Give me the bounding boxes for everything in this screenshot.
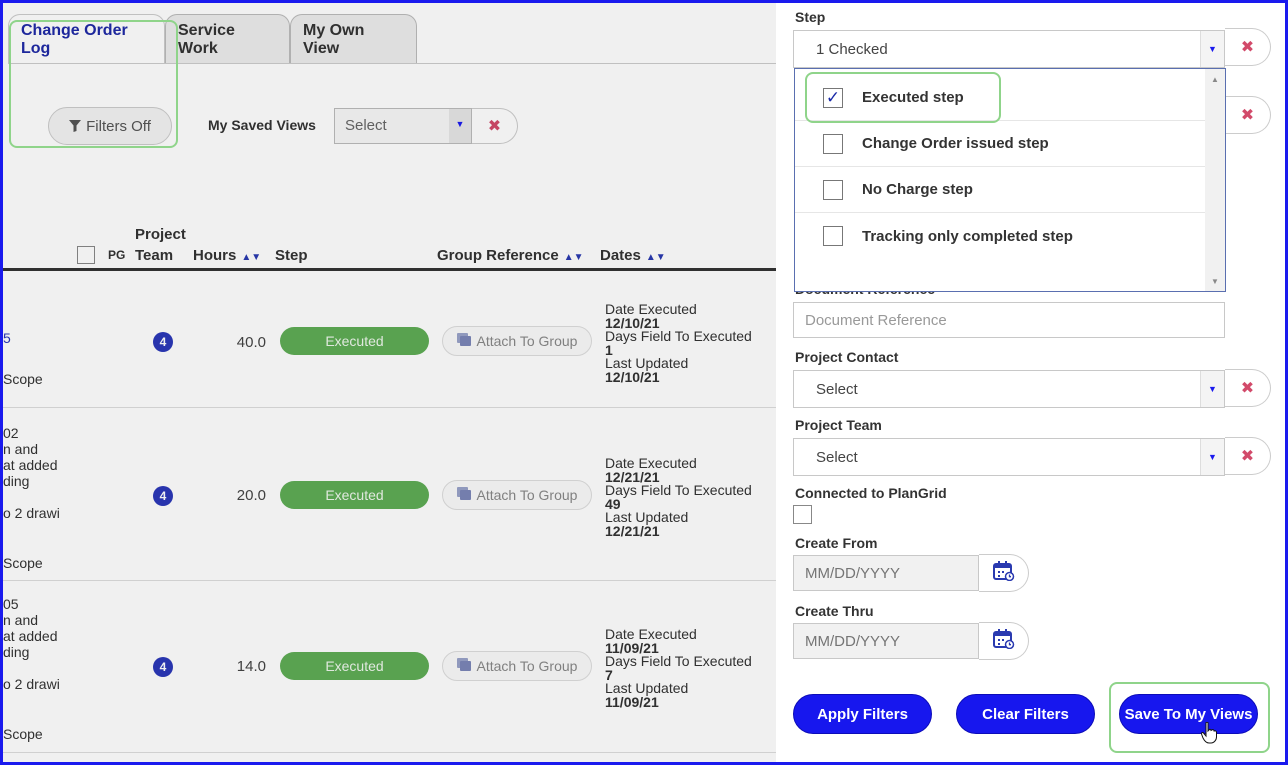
- clear-filters-button[interactable]: Clear Filters: [956, 694, 1095, 734]
- create-thru-label: Create Thru: [795, 603, 874, 619]
- create-from-label: Create From: [795, 535, 878, 551]
- filters-toggle-button[interactable]: Filters Off: [48, 107, 172, 145]
- attach-to-group-button[interactable]: Attach To Group: [442, 651, 592, 681]
- hours-value: 40.0: [236, 334, 266, 351]
- close-icon: ✖: [1240, 380, 1255, 397]
- step-option-executed[interactable]: ✓ Executed step: [795, 75, 1205, 121]
- scroll-up-icon[interactable]: ▲: [1205, 71, 1225, 87]
- step-filter-clear-button[interactable]: ✖: [1225, 28, 1271, 66]
- funnel-icon: [69, 120, 82, 132]
- create-from-input[interactable]: [793, 555, 979, 591]
- attach-to-group-button[interactable]: Attach To Group: [442, 480, 592, 510]
- document-icon: [456, 658, 471, 674]
- calendar-icon: [992, 560, 1015, 586]
- project-contact-select[interactable]: Select ▼: [793, 370, 1225, 408]
- caret-down-icon: ▼: [449, 109, 471, 143]
- document-reference-input[interactable]: [793, 302, 1225, 338]
- checkbox[interactable]: [823, 226, 843, 246]
- header-pg: PG: [108, 248, 126, 262]
- project-team-clear-button[interactable]: ✖: [1225, 437, 1271, 475]
- dates-cell: Date Executed 12/21/21 Days Field To Exe…: [605, 455, 752, 539]
- save-to-my-views-button[interactable]: Save To My Views: [1119, 694, 1258, 734]
- caret-down-icon: ▼: [1200, 31, 1224, 67]
- tab-change-order-log[interactable]: Change Order Log: [8, 14, 165, 64]
- step-options-dropdown: ✓ Executed step Change Order issued step…: [794, 68, 1226, 292]
- row-scope-fragment: Scope: [3, 726, 43, 742]
- row-scope-fragment: Scope: [3, 555, 43, 571]
- row-description-fragment: 02 n and at added ding o 2 drawi: [3, 425, 60, 521]
- close-icon: ✖: [487, 118, 502, 135]
- plangrid-checkbox[interactable]: [793, 505, 812, 524]
- header-hours[interactable]: Hours ▲▼: [193, 247, 261, 264]
- caret-down-icon: ▼: [1200, 439, 1224, 475]
- project-team-label: Project Team: [795, 417, 882, 433]
- row-number-fragment[interactable]: 5: [3, 330, 11, 346]
- caret-down-icon: ▼: [1200, 371, 1224, 407]
- filter-clear-button[interactable]: ✖: [1225, 96, 1271, 134]
- tab-service-work[interactable]: Service Work: [165, 14, 290, 64]
- header-project: Project: [135, 226, 186, 243]
- step-filter-select[interactable]: 1 Checked ▼: [793, 30, 1225, 68]
- change-order-log-panel: Change Order Log Service Work My Own Vie…: [0, 0, 776, 765]
- sort-icon: ▲▼: [563, 252, 584, 263]
- step-filter-label: Step: [795, 9, 826, 25]
- step-status-pill: Executed: [280, 652, 429, 680]
- project-contact-clear-button[interactable]: ✖: [1225, 369, 1271, 407]
- project-team-select[interactable]: Select ▼: [793, 438, 1225, 476]
- step-status-pill: Executed: [280, 327, 429, 355]
- sort-icon: ▲▼: [645, 252, 666, 263]
- create-thru-calendar-button[interactable]: [979, 622, 1029, 660]
- step-status-pill: Executed: [280, 481, 429, 509]
- checkbox[interactable]: [823, 179, 843, 200]
- dates-cell: Date Executed 12/10/21 Days Field To Exe…: [605, 301, 752, 385]
- dropdown-scrollbar[interactable]: ▲ ▼: [1205, 69, 1225, 291]
- team-count-badge: 4: [153, 657, 173, 677]
- header-dates[interactable]: Dates ▲▼: [600, 247, 666, 264]
- calendar-icon: [992, 628, 1015, 654]
- header-team: Team: [135, 247, 174, 264]
- tab-my-own-view[interactable]: My Own View: [290, 14, 417, 64]
- row-scope-fragment: Scope: [3, 371, 43, 387]
- header-group-reference[interactable]: Group Reference ▲▼: [437, 247, 584, 264]
- saved-views-label: My Saved Views: [208, 117, 316, 133]
- document-icon: [456, 487, 471, 503]
- hand-cursor-icon: [1200, 721, 1217, 749]
- create-thru-input[interactable]: [793, 623, 979, 659]
- close-icon: ✖: [1240, 448, 1255, 465]
- team-count-badge: 4: [153, 332, 173, 352]
- team-count-badge: 4: [153, 486, 173, 506]
- checkbox-checked[interactable]: ✓: [823, 87, 843, 108]
- header-step: Step: [275, 247, 308, 264]
- step-option-no-charge[interactable]: No Charge step: [795, 167, 1205, 213]
- sort-icon: ▲▼: [241, 252, 262, 263]
- row-description-fragment: 05 n and at added ding o 2 drawi: [3, 596, 60, 692]
- close-icon: ✖: [1240, 107, 1255, 124]
- step-option-change-order-issued[interactable]: Change Order issued step: [795, 121, 1205, 167]
- document-icon: [456, 333, 471, 349]
- tabs-divider: [8, 63, 776, 64]
- attach-to-group-button[interactable]: Attach To Group: [442, 326, 592, 356]
- select-all-checkbox[interactable]: [77, 246, 95, 264]
- project-contact-label: Project Contact: [795, 349, 899, 365]
- table-row[interactable]: 05 n and at added ding o 2 drawi Scope 4…: [0, 585, 776, 753]
- table-header: PG Project Team Hours ▲▼ Step Group Refer…: [0, 222, 776, 270]
- apply-filters-button[interactable]: Apply Filters: [793, 694, 932, 734]
- table-row[interactable]: 02 n and at added ding o 2 drawi Scope 4…: [0, 412, 776, 581]
- close-icon: ✖: [1240, 39, 1255, 56]
- checkbox[interactable]: [823, 133, 843, 154]
- saved-views-clear-button[interactable]: ✖: [472, 108, 518, 144]
- hours-value: 14.0: [236, 658, 266, 675]
- saved-views-select[interactable]: Select ▼: [334, 108, 472, 144]
- scroll-down-icon[interactable]: ▼: [1205, 273, 1225, 289]
- step-option-tracking-only[interactable]: Tracking only completed step: [795, 213, 1205, 259]
- view-tabs: Change Order Log Service Work My Own Vie…: [8, 14, 417, 64]
- plangrid-label: Connected to PlanGrid: [795, 485, 947, 501]
- filter-panel: Step 1 Checked ▼ ✖ ✖ Document Reference …: [776, 0, 1288, 765]
- table-row[interactable]: 5 Scope 4 40.0 Executed Attach To Group …: [0, 271, 776, 408]
- create-from-calendar-button[interactable]: [979, 554, 1029, 592]
- hours-value: 20.0: [236, 487, 266, 504]
- dates-cell: Date Executed 11/09/21 Days Field To Exe…: [605, 626, 752, 710]
